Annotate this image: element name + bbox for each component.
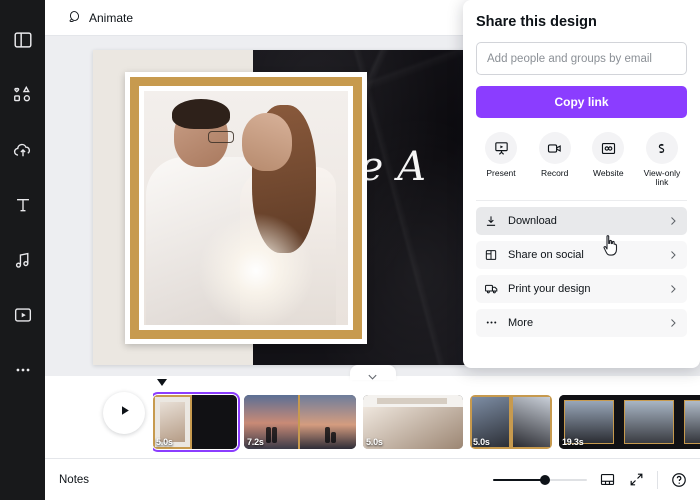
menu-item-more[interactable]: More [476,308,687,337]
quick-action-view-only-link[interactable]: View-only link [637,132,687,188]
thumbnail-duration: 5.0s [156,437,173,447]
thumbnail-duration: 5.0s [366,437,383,447]
notes-button[interactable]: Notes [59,474,89,486]
delivery-truck-icon [484,281,502,296]
thumbnail-duration: 19.3s [562,437,584,447]
collapse-timeline-button[interactable] [349,365,396,380]
sidebar-item-videos[interactable] [0,287,45,342]
sidebar-item-audio[interactable] [0,232,45,287]
sidebar-item-design[interactable] [0,12,45,67]
left-sidebar [0,0,45,500]
menu-item-label: Download [508,214,557,227]
bottom-toolbar-right [493,470,688,489]
timeline-thumbnail[interactable]: 5.0s [470,395,552,449]
couple-photo [144,91,348,325]
music-note-icon [12,249,34,271]
sidebar-item-elements[interactable] [0,67,45,122]
chevron-right-icon [667,215,679,227]
chain-link-icon [645,132,678,164]
ellipsis-icon [484,315,502,330]
canva-editor-window: Animate Ale A Share this design Add peop… [0,0,700,500]
framed-photo-element[interactable] [125,72,367,344]
sidebar-item-uploads[interactable] [0,122,45,177]
zoom-slider-fill [493,478,545,481]
page-timeline: 5.0s 7.2s 5.0s 5.0s 19.3s [45,365,700,458]
browser-window-icon [592,132,625,164]
menu-item-print-your-design[interactable]: Print your design [476,274,687,303]
share-panel-title: Share this design [476,14,597,30]
menu-item-label: More [508,316,534,329]
design-artboard[interactable]: Ale A [93,50,475,365]
text-t-icon [12,194,34,216]
chevron-right-icon [667,317,679,329]
video-camera-icon [538,132,571,164]
page-thumbnail-strip[interactable]: 5.0s 7.2s 5.0s 5.0s 19.3s [153,382,700,454]
quick-action-record[interactable]: Record [530,132,580,188]
zoom-slider-thumb[interactable] [539,474,550,485]
help-circle-icon[interactable] [670,471,688,489]
toolbar-divider [657,470,658,489]
animate-button[interactable]: Animate [59,4,141,32]
zoom-slider[interactable] [493,473,587,487]
quick-action-label: Record [540,168,569,178]
bottom-toolbar: Notes [45,458,700,500]
menu-item-label: Print your design [508,282,591,295]
chevron-right-icon [667,283,679,295]
animate-circle-icon [67,9,82,27]
sidebar-item-more[interactable] [0,342,45,397]
present-screen-icon [485,132,517,164]
quick-action-label: Website [593,168,624,178]
grid-view-icon[interactable] [599,471,616,488]
timeline-thumbnail[interactable]: 19.3s [559,395,700,449]
cloud-upload-icon [12,139,34,161]
quick-action-website[interactable]: Website [583,132,633,188]
thumbnail-duration: 5.0s [473,437,490,447]
timeline-thumbnail[interactable]: 7.2s [244,395,356,449]
play-button[interactable] [103,392,145,434]
quick-action-label: Present [486,168,516,178]
copy-link-button[interactable]: Copy link [476,86,687,118]
play-triangle-icon [117,403,132,423]
quick-actions-row: Present Record Website View-only link [476,132,687,201]
menu-item-label: Share on social [508,248,584,261]
animate-button-label: Animate [89,10,134,25]
download-icon [484,214,502,228]
share-social-icon [484,248,502,262]
thumbnail-duration: 7.2s [247,437,264,447]
gold-frame [130,77,362,339]
quick-action-present[interactable]: Present [476,132,526,188]
layout-panel-icon [12,29,34,51]
timeline-thumbnail[interactable]: 5.0s [153,392,240,452]
menu-item-download[interactable]: Download [476,206,687,235]
menu-item-share-on-social[interactable]: Share on social [476,240,687,269]
expand-fullscreen-icon[interactable] [628,471,645,488]
quick-action-label: View-only link [643,168,681,188]
share-email-input[interactable] [476,42,687,75]
timeline-thumbnail[interactable]: 5.0s [363,395,463,449]
chevron-right-icon [667,249,679,261]
sidebar-item-text[interactable] [0,177,45,232]
play-box-icon [12,304,34,326]
ellipsis-icon [12,359,34,381]
share-design-panel: Share this design Copy link Present [463,0,700,368]
shapes-icon [12,84,34,106]
